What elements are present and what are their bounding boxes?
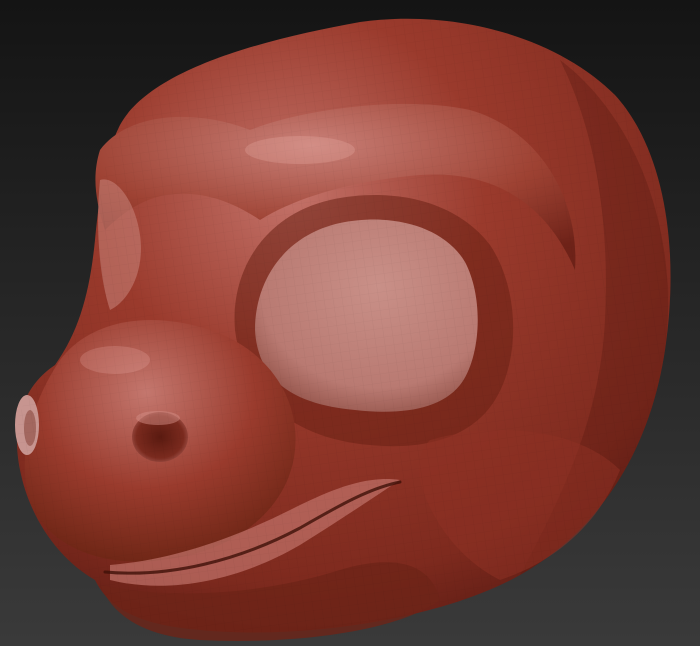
3d-viewport[interactable] (0, 0, 700, 646)
sculpt-render (0, 0, 700, 646)
brow-highlight (245, 136, 355, 164)
snout-highlight (80, 346, 150, 374)
